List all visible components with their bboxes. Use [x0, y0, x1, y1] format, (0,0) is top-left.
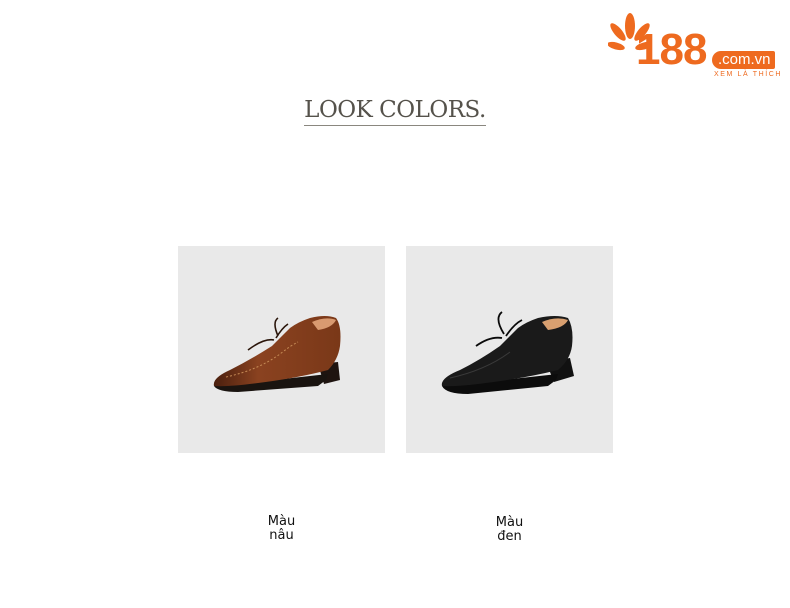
black-shoe-icon: [441, 311, 574, 394]
product-label-black-text: Màu đen: [495, 515, 524, 544]
product-image-black[interactable]: [406, 246, 613, 453]
section-heading: LOOK COLORS.: [304, 96, 486, 126]
logo-number: 188: [636, 25, 707, 74]
logo-tagline: XEM LÀ THÍCH: [714, 71, 783, 78]
product-label-brown-text: Màu nâu: [267, 514, 296, 543]
section-heading-wrapper: LOOK COLORS.: [0, 96, 790, 126]
brand-logo[interactable]: 188 .com.vn XEM LÀ THÍCH: [608, 10, 786, 82]
product-image-brown[interactable]: [178, 246, 385, 453]
brown-shoe-icon: [213, 316, 341, 392]
product-label-black: Màu đen: [406, 516, 613, 544]
product-label-brown: Màu nâu: [178, 515, 385, 543]
logo-domain: .com.vn: [712, 51, 775, 69]
